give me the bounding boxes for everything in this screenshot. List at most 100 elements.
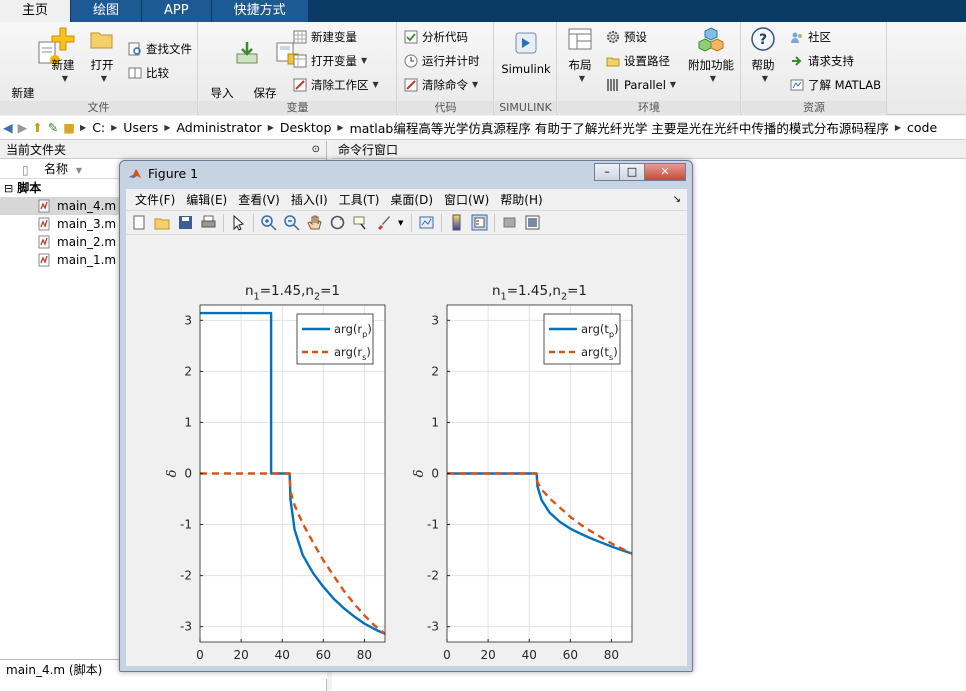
new-button[interactable]: 新建 ▼	[47, 26, 79, 86]
breadcrumb-item[interactable]: Desktop	[280, 120, 332, 135]
close-button[interactable]: ✕	[644, 163, 686, 181]
analyze-code-button[interactable]: 分析代码	[404, 28, 468, 46]
x-tick-label: 60	[563, 648, 578, 662]
toolbar-separator	[253, 213, 254, 232]
hide-plot-tools-icon[interactable]	[501, 214, 518, 231]
maximize-button[interactable]: □	[619, 163, 645, 181]
breadcrumb-separator-icon: ▶	[337, 123, 344, 132]
run-and-time-icon	[404, 54, 418, 68]
plot-area: 020406080-3-2-10123n1=1.45,n2=1θiδarg(rp…	[165, 283, 633, 690]
dock-arrow-icon[interactable]: ↘	[673, 194, 681, 205]
x-tick-label: 20	[233, 648, 248, 662]
y-axis-label: δ	[412, 469, 427, 477]
open-file-icon[interactable]	[154, 214, 171, 231]
breadcrumb-separator-icon: ▶	[894, 123, 901, 132]
help-label: 帮助	[751, 58, 775, 72]
legend: arg(rp)arg(rs)	[296, 313, 374, 365]
environment-group: 布局 ▼ 预设 设置路径 Parallel ▼ 附加功能 ▼ 环境	[558, 22, 741, 115]
community-button[interactable]: 社区	[790, 28, 831, 46]
chevron-down-icon: ▼	[61, 74, 69, 83]
open-button[interactable]: 打开 ▼	[86, 26, 118, 86]
rotate-3d-icon[interactable]	[329, 214, 346, 231]
breadcrumb-item[interactable]: C:	[92, 120, 105, 135]
tab-shortcuts[interactable]: 快捷方式	[211, 0, 308, 22]
layout-button[interactable]: 布局 ▼	[564, 26, 596, 86]
community-label: 社区	[808, 30, 831, 44]
request-support-button[interactable]: 请求支持	[790, 52, 854, 70]
code-group: 分析代码 运行并计时 清除命令 ▼ 代码	[398, 22, 494, 115]
simulink-label: Simulink	[501, 62, 551, 76]
community-icon	[791, 32, 802, 43]
pointer-icon[interactable]	[230, 214, 247, 231]
open-variable-icon	[293, 54, 307, 68]
add-ons-button[interactable]: 附加功能 ▼	[686, 26, 736, 86]
minimize-button[interactable]: –	[594, 163, 620, 181]
simulink-button[interactable]: Simulink	[500, 30, 552, 76]
figure-window[interactable]: Figure 1 – □ ✕ 文件(F) 编辑(E) 查看(V) 插入(I) 工…	[119, 160, 693, 690]
up-folder-icon[interactable]: ⬆	[32, 120, 42, 135]
file-name: main_3.m	[57, 217, 117, 231]
pan-hand-icon[interactable]	[306, 214, 323, 231]
tab-home[interactable]: 主页	[0, 0, 71, 22]
figure-client: 文件(F) 编辑(E) 查看(V) 插入(I) 工具(T) 桌面(D) 窗口(W…	[126, 189, 687, 690]
set-path-icon	[606, 57, 620, 67]
open-variable-button[interactable]: 打开变量 ▼	[293, 52, 367, 70]
clear-workspace-icon	[293, 78, 307, 92]
forward-arrow-icon[interactable]: ▶	[18, 120, 28, 135]
y-tick-label: -2	[180, 569, 192, 583]
set-path-button[interactable]: 设置路径	[606, 52, 670, 70]
clear-commands-button[interactable]: 清除命令 ▼	[404, 76, 478, 94]
ribbon: 新建 脚本 新建 ▼ 打开 ▼ 查找文件 比较 文件	[0, 22, 966, 115]
y-tick-label: -3	[427, 620, 439, 634]
save-icon[interactable]	[177, 214, 194, 231]
compare-button[interactable]: 比较	[128, 64, 169, 82]
menu-desktop[interactable]: 桌面(D)	[390, 191, 433, 208]
learn-matlab-button[interactable]: 了解 MATLAB	[790, 76, 881, 94]
data-cursor-icon[interactable]	[352, 214, 369, 231]
breadcrumb-item[interactable]: Users	[123, 120, 158, 135]
zoom-out-icon[interactable]	[283, 214, 300, 231]
figure-canvas[interactable]: 020406080-3-2-10123n1=1.45,n2=1θiδarg(rp…	[126, 237, 687, 690]
chevron-down-icon[interactable]: ▼	[398, 219, 403, 227]
colorbar-icon[interactable]	[448, 214, 465, 231]
menu-tools[interactable]: 工具(T)	[339, 191, 380, 208]
axes-2: 020406080-3-2-10123n1=1.45,n2=1θiδarg(tp…	[412, 283, 633, 690]
menu-edit[interactable]: 编辑(E)	[186, 191, 227, 208]
breadcrumb-item[interactable]: Administrator	[176, 120, 261, 135]
legend-icon[interactable]	[471, 214, 488, 231]
back-arrow-icon[interactable]: ◀	[3, 120, 13, 135]
help-button[interactable]: ? 帮助 ▼	[748, 26, 778, 86]
collapse-icon[interactable]: ⊟	[4, 182, 13, 195]
file-type-icon: ▯	[22, 163, 29, 177]
run-and-time-button[interactable]: 运行并计时	[404, 52, 480, 70]
find-files-button[interactable]: 查找文件	[128, 40, 192, 58]
browse-folder-icon[interactable]: ✎	[48, 120, 58, 135]
figure-titlebar[interactable]: Figure 1 – □ ✕	[120, 161, 692, 187]
breadcrumb-item[interactable]: matlab编程高等光学仿真源程序 有助于了解光纤光学 主要是光在光纤中传播的模…	[350, 118, 889, 137]
print-icon[interactable]	[200, 214, 217, 231]
link-plot-icon[interactable]	[418, 214, 435, 231]
y-tick-label: -3	[180, 620, 192, 634]
panel-menu-icon[interactable]: ⊙	[312, 141, 320, 159]
clear-workspace-button[interactable]: 清除工作区 ▼	[293, 76, 379, 94]
parallel-button[interactable]: Parallel ▼	[606, 76, 676, 94]
menu-view[interactable]: 查看(V)	[238, 191, 280, 208]
toolbar-separator	[494, 213, 496, 232]
new-variable-button[interactable]: 新建变量	[293, 28, 357, 46]
layout-label: 布局	[568, 58, 592, 72]
brush-icon[interactable]	[375, 214, 392, 231]
tab-apps[interactable]: APP	[142, 0, 211, 22]
menu-insert[interactable]: 插入(I)	[291, 191, 328, 208]
menu-file[interactable]: 文件(F)	[135, 191, 175, 208]
show-plot-tools-icon[interactable]	[524, 214, 541, 231]
new-figure-icon[interactable]	[131, 214, 148, 231]
tab-plots[interactable]: 绘图	[71, 0, 142, 22]
add-ons-icon	[698, 27, 724, 52]
find-files-label: 查找文件	[146, 42, 192, 56]
menu-help[interactable]: 帮助(H)	[500, 191, 542, 208]
breadcrumb-item[interactable]: code	[907, 120, 937, 135]
clear-commands-label: 清除命令	[422, 78, 468, 92]
preferences-button[interactable]: 预设	[606, 28, 647, 46]
zoom-in-icon[interactable]	[260, 214, 277, 231]
menu-window[interactable]: 窗口(W)	[444, 191, 489, 208]
